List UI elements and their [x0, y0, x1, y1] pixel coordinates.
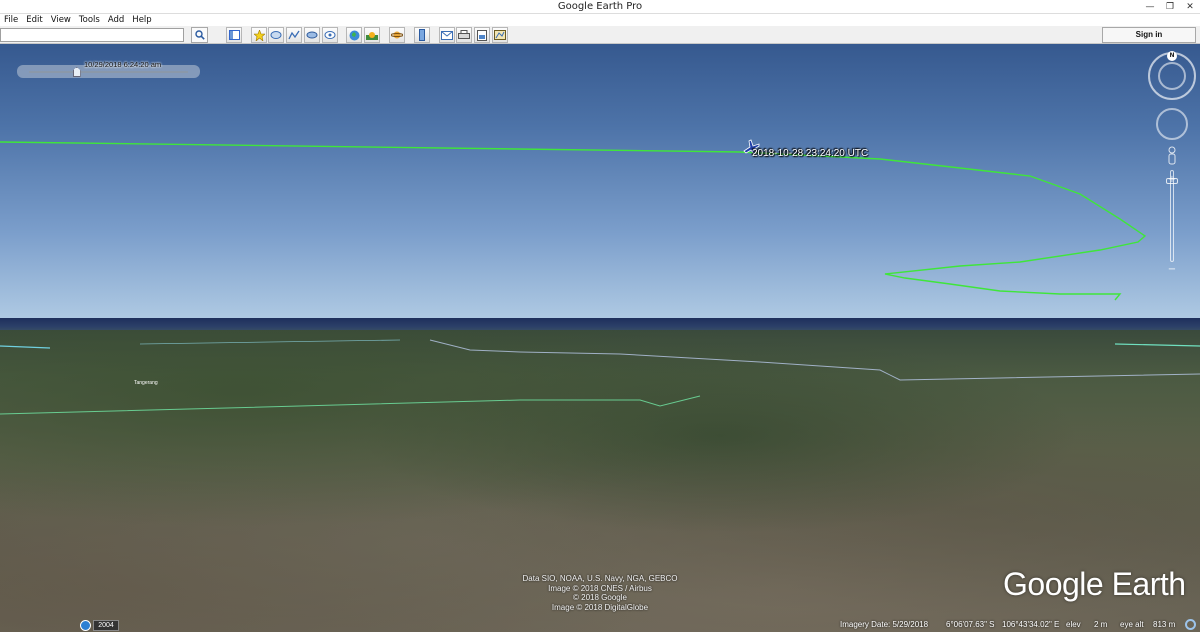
town-label: Tangerang [134, 380, 158, 386]
toolbar: Sign in [0, 26, 1200, 44]
minimize-button[interactable]: — [1140, 0, 1160, 14]
maximize-button[interactable]: ❐ [1160, 0, 1180, 14]
close-button[interactable]: ✕ [1180, 0, 1200, 14]
sidebar-toggle-icon[interactable] [226, 27, 242, 43]
flight-track-overlay [0, 141, 1200, 415]
ruler-icon[interactable] [414, 27, 430, 43]
time-slider-label: 10/29/2018 6:24:20 am [84, 60, 162, 69]
path-icon[interactable] [286, 27, 302, 43]
eye-alt-value: 813 m [1153, 620, 1176, 629]
email-icon[interactable] [439, 27, 455, 43]
time-slider-track [29, 71, 188, 73]
attribution-line: © 2018 Google [573, 593, 627, 602]
longitude-readout: 106°43'34.02" E [1002, 620, 1060, 629]
sunlight-icon[interactable] [364, 27, 380, 43]
title-bar: Google Earth Pro — ❐ ✕ [0, 0, 1200, 14]
menu-tools[interactable]: Tools [79, 14, 100, 26]
flight-track-path [0, 141, 1147, 301]
eye-alt-label: eye alt [1120, 620, 1144, 629]
look-joystick[interactable] [1156, 108, 1188, 140]
google-earth-window: Google Earth Pro — ❐ ✕ File Edit View To… [0, 0, 1200, 632]
window-controls: — ❐ ✕ [1140, 0, 1200, 14]
imagery-attribution: Data SIO, NOAA, U.S. Navy, NGA, GEBCO Im… [470, 574, 730, 612]
search-input[interactable] [0, 28, 184, 42]
ground-track-line [0, 395, 701, 415]
elevation-value: 2 m [1094, 620, 1108, 629]
menu-bar: File Edit View Tools Add Help [0, 14, 1200, 26]
placemark-label: 2018-10-28 23:24:20 UTC [752, 148, 869, 159]
zoom-slider-thumb[interactable] [1166, 178, 1178, 184]
planets-icon[interactable] [389, 27, 405, 43]
compass-inner [1158, 62, 1186, 90]
search-button[interactable] [191, 27, 208, 43]
right-coast-line [1114, 343, 1200, 347]
save-image-icon[interactable] [474, 27, 490, 43]
north-indicator[interactable]: N [1167, 51, 1177, 61]
earth-3d-view[interactable]: 10/29/2018 6:24:20 am 2018-10-28 23:24:2… [0, 44, 1200, 632]
placemark-icon[interactable] [251, 27, 267, 43]
time-slider[interactable]: 10/29/2018 6:24:20 am [17, 60, 200, 78]
imagery-year-badge[interactable]: 2004 [93, 620, 119, 631]
compass-ring[interactable]: N [1148, 51, 1196, 100]
menu-file[interactable]: File [4, 14, 18, 26]
menu-help[interactable]: Help [132, 14, 151, 26]
overlay-icon[interactable] [304, 27, 320, 43]
menu-edit[interactable]: Edit [26, 14, 42, 26]
latitude-readout: 6°06'07.63" S [946, 620, 995, 629]
left-coast-line [0, 345, 51, 349]
time-slider-thumb[interactable] [72, 67, 81, 77]
attribution-line: Image © 2018 DigitalGlobe [551, 602, 649, 612]
search-icon [194, 30, 205, 40]
google-earth-logo: Google Earth [1003, 566, 1186, 602]
menu-add[interactable]: Add [108, 14, 124, 26]
status-bar: 2004 Imagery Date: 5/29/2018 6°06'07.63"… [0, 618, 1200, 632]
polygon-icon[interactable] [268, 27, 284, 43]
zoom-out-button[interactable]: − [1164, 264, 1180, 276]
coast-edge [139, 339, 401, 345]
elevation-label: elev [1066, 620, 1081, 629]
menu-view[interactable]: View [51, 14, 71, 26]
historical-imagery-icon[interactable] [346, 27, 362, 43]
navigation-controls: N + − [1144, 50, 1200, 290]
pegman-icon[interactable] [1166, 146, 1178, 166]
maps-icon[interactable] [492, 27, 508, 43]
imagery-date: Imagery Date: 5/29/2018 [840, 620, 929, 629]
streaming-status-icon [1185, 619, 1196, 630]
sign-in-button[interactable]: Sign in [1102, 27, 1196, 43]
tour-icon[interactable] [322, 27, 338, 43]
coastline-road [429, 339, 1200, 381]
window-title: Google Earth Pro [557, 1, 643, 12]
attribution-line: Image © 2018 CNES / Airbus [548, 583, 652, 593]
print-icon[interactable] [456, 27, 472, 43]
historical-imagery-icon[interactable] [80, 620, 91, 631]
attribution-line: Data SIO, NOAA, U.S. Navy, NGA, GEBCO [522, 574, 678, 583]
